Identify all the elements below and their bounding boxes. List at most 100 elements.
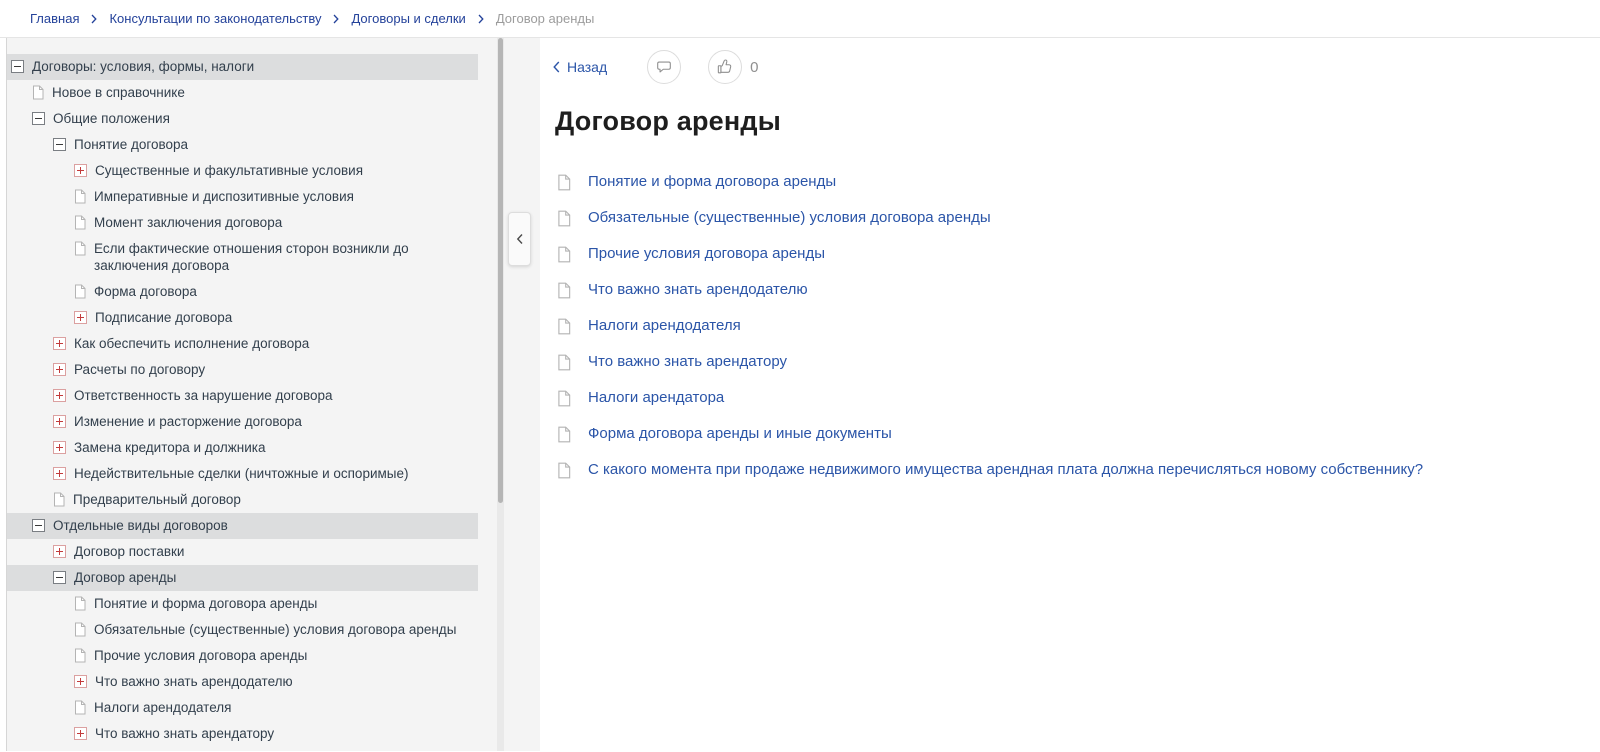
tree-item[interactable]: Расчеты по договору <box>7 357 478 383</box>
tree-item-label: Как обеспечить исполнение договора <box>74 335 309 352</box>
tree-item-label: Императивные и диспозитивные условия <box>94 188 354 205</box>
back-button[interactable]: Назад <box>553 59 607 75</box>
document-icon <box>557 426 571 443</box>
breadcrumb-link[interactable]: Договоры и сделки <box>351 11 465 26</box>
like-button[interactable] <box>708 50 742 84</box>
tree-item[interactable]: Как обеспечить исполнение договора <box>7 331 478 357</box>
document-icon <box>74 284 86 299</box>
tree-item-label: Недействительные сделки (ничтожные и осп… <box>74 465 408 482</box>
expand-icon[interactable] <box>74 164 87 177</box>
tree-item[interactable]: Форма договора <box>7 279 478 305</box>
tree-item[interactable]: Договор аренды <box>7 565 478 591</box>
document-icon <box>74 700 86 715</box>
tree-item-label: Изменение и расторжение договора <box>74 413 302 430</box>
document-link[interactable]: Налоги арендодателя <box>588 317 741 334</box>
chevron-left-icon <box>553 61 560 73</box>
expand-icon[interactable] <box>53 337 66 350</box>
document-link[interactable]: Форма договора аренды и иные документы <box>588 425 892 442</box>
tree-item-label: Существенные и факультативные условия <box>95 162 363 179</box>
document-link[interactable]: Что важно знать арендодателю <box>588 281 808 298</box>
expand-icon[interactable] <box>53 441 66 454</box>
tree-item[interactable]: Императивные и диспозитивные условия <box>7 184 478 210</box>
expand-icon[interactable] <box>53 467 66 480</box>
document-list-item: Что важно знать арендатору <box>555 344 1600 380</box>
sidebar-scrollbar[interactable] <box>497 38 504 751</box>
tree-item[interactable]: Что важно знать арендатору <box>7 721 478 747</box>
collapse-icon[interactable] <box>53 571 66 584</box>
tree-item[interactable]: Ответственность за нарушение договора <box>7 383 478 409</box>
breadcrumb-link[interactable]: Консультации по законодательству <box>109 11 321 26</box>
sidebar-collapse-button[interactable] <box>508 212 531 266</box>
tree-item[interactable]: Понятие и форма договора аренды <box>7 591 478 617</box>
document-list-item: Форма договора аренды и иные документы <box>555 416 1600 452</box>
document-link[interactable]: Что важно знать арендатору <box>588 353 787 370</box>
document-icon <box>32 85 44 100</box>
expand-icon[interactable] <box>74 311 87 324</box>
breadcrumb-current: Договор аренды <box>496 11 595 26</box>
tree-item[interactable]: Отдельные виды договоров <box>7 513 478 539</box>
tree-item-label: Что важно знать арендатору <box>95 725 274 742</box>
like-count: 0 <box>750 59 758 76</box>
tree-item-label: Общие положения <box>53 110 170 127</box>
chevron-right-icon <box>478 14 484 24</box>
tree-item-label: Понятие и форма договора аренды <box>94 595 317 612</box>
tree-item[interactable]: Изменение и расторжение договора <box>7 409 478 435</box>
tree-item[interactable]: Что важно знать арендодателю <box>7 669 478 695</box>
document-link[interactable]: Понятие и форма договора аренды <box>588 173 836 190</box>
tree-item[interactable]: Договоры: условия, формы, налоги <box>7 54 478 80</box>
tree-item-label: Форма договора <box>94 283 197 300</box>
expand-icon[interactable] <box>53 415 66 428</box>
document-link[interactable]: Налоги арендатора <box>588 389 724 406</box>
tree-item-label: Договоры: условия, формы, налоги <box>32 58 254 75</box>
document-list-item: Налоги арендодателя <box>555 308 1600 344</box>
comment-button[interactable] <box>647 50 681 84</box>
collapse-icon[interactable] <box>11 60 24 73</box>
expand-icon[interactable] <box>53 363 66 376</box>
tree-item[interactable]: Налоги арендодателя <box>7 695 478 721</box>
tree-item[interactable]: Недействительные сделки (ничтожные и осп… <box>7 461 478 487</box>
document-list-item: Понятие и форма договора аренды <box>555 164 1600 200</box>
tree-item-label: Договор поставки <box>74 543 184 560</box>
tree-item[interactable]: Предварительный договор <box>7 487 478 513</box>
document-list-item: С какого момента при продаже недвижимого… <box>555 452 1600 488</box>
expand-icon[interactable] <box>53 389 66 402</box>
tree-item[interactable]: Существенные и факультативные условия <box>7 158 478 184</box>
document-icon <box>74 648 86 663</box>
tree-item-label: Замена кредитора и должника <box>74 439 266 456</box>
document-icon <box>557 318 571 335</box>
tree-item-label: Отдельные виды договоров <box>53 517 228 534</box>
document-link[interactable]: Прочие условия договора аренды <box>588 245 825 262</box>
sidebar-gutter <box>504 38 540 751</box>
breadcrumb-link[interactable]: Главная <box>30 11 79 26</box>
tree-item[interactable]: Замена кредитора и должника <box>7 435 478 461</box>
tree-item[interactable]: Подписание договора <box>7 305 478 331</box>
tree-item[interactable]: Общие положения <box>7 106 478 132</box>
expand-icon[interactable] <box>53 545 66 558</box>
tree-item[interactable]: Прочие условия договора аренды <box>7 643 478 669</box>
tree-item[interactable]: Понятие договора <box>7 132 478 158</box>
scrollbar-thumb[interactable] <box>498 38 503 503</box>
document-icon <box>557 282 571 299</box>
document-icon <box>74 241 86 256</box>
collapse-icon[interactable] <box>53 138 66 151</box>
document-icon <box>557 246 571 263</box>
back-label: Назад <box>567 59 607 75</box>
document-link[interactable]: Обязательные (существенные) условия дого… <box>588 209 991 226</box>
tree-item-label: Подписание договора <box>95 309 232 326</box>
document-link[interactable]: С какого момента при продаже недвижимого… <box>588 461 1423 478</box>
tree-item-label: Что важно знать арендодателю <box>95 673 293 690</box>
tree-item-label: Если фактические отношения сторон возник… <box>94 240 478 274</box>
expand-icon[interactable] <box>74 675 87 688</box>
document-icon <box>557 462 571 479</box>
tree-item-label: Налоги арендодателя <box>94 699 231 716</box>
thumbs-up-icon <box>716 58 734 76</box>
tree-item[interactable]: Если фактические отношения сторон возник… <box>7 236 478 279</box>
tree-item[interactable]: Новое в справочнике <box>7 80 478 106</box>
expand-icon[interactable] <box>74 727 87 740</box>
chevron-right-icon <box>333 14 339 24</box>
tree-item[interactable]: Обязательные (существенные) условия дого… <box>7 617 478 643</box>
collapse-icon[interactable] <box>32 112 45 125</box>
tree-item[interactable]: Момент заключения договора <box>7 210 478 236</box>
collapse-icon[interactable] <box>32 519 45 532</box>
tree-item[interactable]: Договор поставки <box>7 539 478 565</box>
